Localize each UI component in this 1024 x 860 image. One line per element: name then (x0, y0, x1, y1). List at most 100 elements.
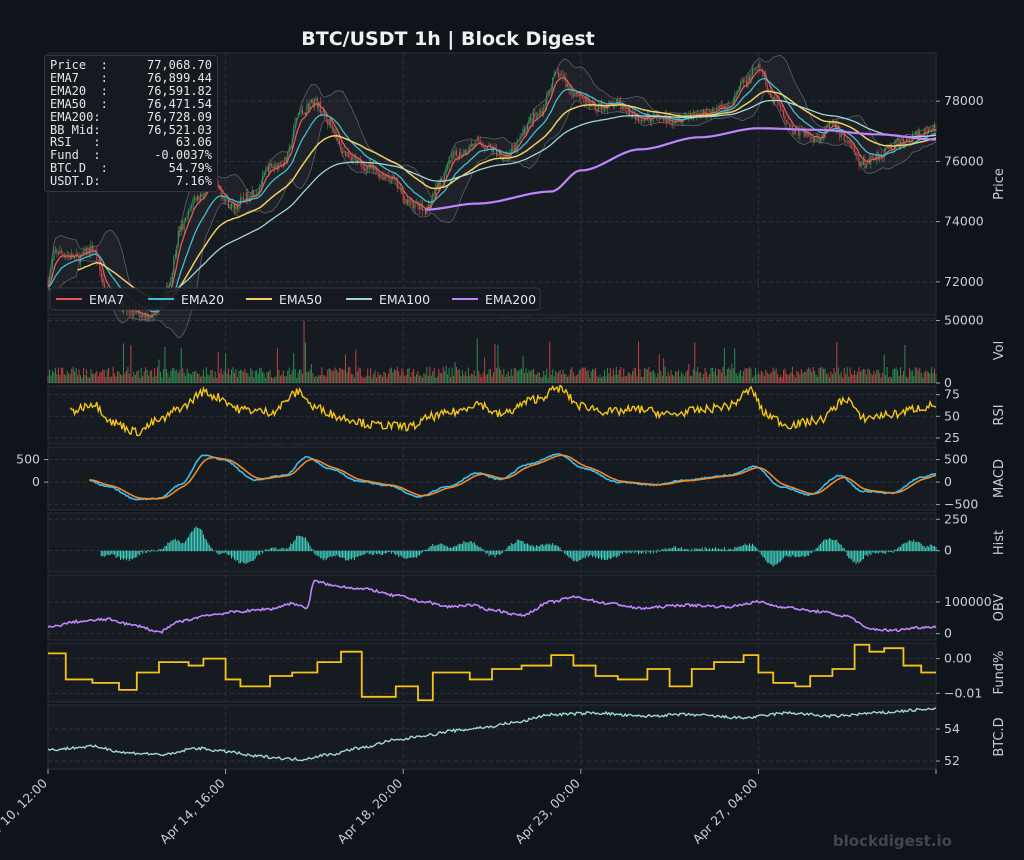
candle-body (840, 133, 842, 137)
volume-bar (186, 368, 188, 383)
candle-body (572, 94, 574, 97)
volume-bar (635, 368, 637, 383)
volume-bar (651, 371, 653, 383)
volume-bar (734, 348, 736, 383)
volume-bar (358, 367, 360, 383)
volume-bar (729, 369, 731, 383)
candle-body (757, 63, 759, 68)
volume-bar (362, 377, 364, 383)
candle-body (291, 138, 293, 148)
volume-bar (319, 375, 321, 383)
volume-bar (90, 369, 92, 383)
candle-body (377, 171, 379, 174)
macd-hist-bar (497, 550, 499, 555)
volume-bar (751, 377, 753, 383)
candle-body (719, 105, 721, 108)
volume-bar (143, 371, 145, 383)
macd-hist-bar (128, 550, 130, 561)
macd-hist-bar (538, 546, 540, 552)
volume-bar (63, 373, 65, 383)
volume-bar (475, 375, 477, 383)
volume-bar (697, 366, 699, 383)
candle-body (581, 96, 583, 99)
macd-hist-bar (740, 546, 742, 552)
volume-bar (349, 366, 351, 383)
macd-hist-bar (392, 550, 394, 553)
macd-hist-bar (707, 549, 709, 552)
macd-hist-bar (297, 535, 299, 552)
x-tick-label: Apr 14, 16:00 (157, 775, 228, 846)
macd-hist-bar (102, 550, 104, 556)
volume-bar (223, 370, 225, 383)
volume-bar (484, 357, 486, 383)
macd-hist-bar (920, 543, 922, 552)
macd-hist-bar (620, 550, 622, 553)
macd-hist-bar (121, 550, 123, 559)
macd-hist-bar (543, 545, 545, 552)
candle-body (223, 196, 225, 202)
volume-bar (698, 373, 700, 383)
macd-hist-bar (564, 550, 566, 554)
volume-bar (102, 369, 104, 383)
volume-bar (91, 373, 93, 383)
candle-body (268, 167, 270, 173)
volume-bar (558, 371, 560, 383)
macd-hist-bar (737, 547, 739, 552)
macd-hist-bar (654, 550, 656, 552)
volume-bar (518, 370, 520, 383)
macd-hist-bar (786, 550, 788, 556)
macd-hist-bar (420, 550, 422, 554)
volume-bar (920, 372, 922, 383)
volume-bar (867, 368, 869, 383)
candle-body (549, 92, 551, 93)
macd-hist-bar (266, 549, 268, 552)
macd-hist-bar (572, 550, 574, 562)
macd-hist-bar (916, 541, 918, 552)
volume-bar (700, 371, 702, 383)
volume-bar (612, 368, 614, 383)
macd-hist-bar (845, 550, 847, 552)
candle-body (553, 74, 555, 78)
volume-bar (571, 367, 573, 383)
candle-body (331, 123, 333, 129)
volume-bar (642, 376, 644, 383)
candle-body (814, 137, 816, 142)
volume-bar (525, 368, 527, 383)
volume-bar (134, 374, 136, 383)
volume-bar (453, 375, 455, 383)
macd-hist-bar (834, 540, 836, 552)
volume-bar (886, 367, 888, 383)
macd-hist-bar (319, 550, 321, 559)
candle-body (327, 119, 329, 125)
candle-body (851, 144, 853, 147)
volume-bar (750, 368, 752, 383)
volume-bar (461, 370, 463, 383)
macd-hist-bar (796, 550, 798, 557)
y-axis-label: RSI (992, 404, 1007, 425)
volume-bar (435, 377, 437, 383)
volume-bar (639, 369, 641, 383)
volume-bar (507, 371, 509, 383)
candle-body (362, 165, 364, 169)
macd-hist-bar (797, 550, 799, 557)
candle-body (914, 132, 916, 135)
macd-hist-bar (312, 549, 314, 552)
volume-bar (805, 372, 807, 383)
volume-bar (762, 372, 764, 383)
macd-hist-bar (574, 550, 576, 561)
volume-bar (860, 371, 862, 383)
volume-bar (535, 374, 537, 383)
macd-hist-bar (479, 546, 481, 552)
volume-bar (568, 375, 570, 383)
macd-hist-bar (771, 550, 773, 565)
volume-bar (531, 369, 533, 383)
macd-hist-bar (114, 550, 116, 555)
y-axis-label: BTC.D (992, 717, 1007, 756)
volume-bar (479, 374, 481, 383)
candle-body (384, 176, 386, 179)
macd-hist-bar (347, 550, 349, 561)
volume-bar (401, 368, 403, 383)
macd-hist-bar (908, 540, 910, 552)
macd-hist-bar (611, 550, 613, 558)
macd-hist-bar (306, 540, 308, 552)
